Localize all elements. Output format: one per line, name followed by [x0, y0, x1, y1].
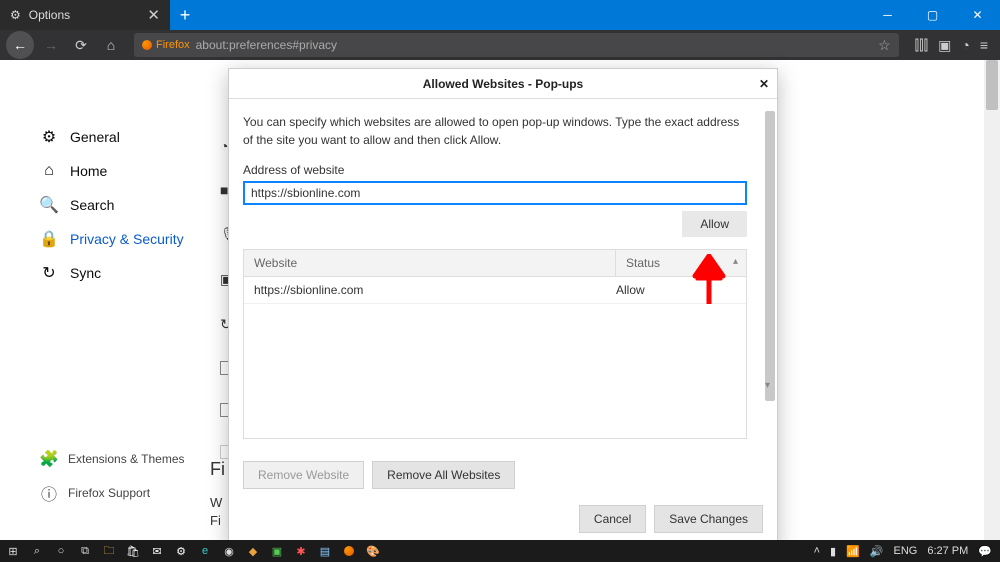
obscured-text: Fi: [210, 513, 221, 528]
sidebar-item-label: General: [70, 129, 120, 145]
address-input[interactable]: [243, 181, 747, 205]
sidebar-item-sync[interactable]: ↻ Sync: [30, 256, 210, 290]
address-label: Address of website: [243, 163, 763, 177]
row-status: Allow: [616, 283, 736, 297]
sidebar-item-label: Firefox Support: [68, 486, 150, 500]
volume-icon[interactable]: 🔊: [870, 545, 884, 558]
paint-icon[interactable]: 🎨: [364, 542, 382, 560]
sort-indicator-icon: ▴: [733, 256, 738, 267]
sync-icon: ↻: [40, 264, 58, 282]
back-button[interactable]: ←: [6, 31, 34, 59]
language-indicator[interactable]: ENG: [893, 545, 917, 557]
browser-navbar: ← → ⟳ ⌂ Firefox about:preferences#privac…: [0, 30, 1000, 60]
modal-header: Allowed Websites - Pop-ups ✕: [229, 69, 777, 99]
modal-scrollbar[interactable]: ▾: [765, 111, 775, 383]
chevron-down-icon[interactable]: ▾: [765, 380, 770, 391]
sidebar-item-extensions[interactable]: 🧩 Extensions & Themes: [30, 442, 195, 476]
modal-description: You can specify which websites are allow…: [243, 113, 763, 149]
browser-tab-options[interactable]: Options ✕: [0, 0, 170, 30]
wifi-icon[interactable]: 📶: [846, 545, 860, 558]
sidebar-item-label: Search: [70, 197, 114, 213]
profile-icon[interactable]: ◔: [961, 37, 969, 54]
lock-icon: 🔒: [40, 230, 58, 248]
app-icon[interactable]: ✱: [292, 542, 310, 560]
gear-icon: ⚙: [40, 128, 58, 146]
reload-button[interactable]: ⟳: [68, 32, 94, 58]
new-tab-button[interactable]: +: [170, 0, 200, 30]
url-text: about:preferences#privacy: [196, 38, 337, 52]
forward-button: →: [38, 32, 64, 58]
scrollbar-thumb[interactable]: [986, 60, 998, 110]
menu-icon[interactable]: ≡: [980, 37, 988, 54]
sidebar-toggle-icon[interactable]: ▣: [938, 37, 951, 54]
firefox-taskbar-icon[interactable]: [340, 542, 358, 560]
sidebar-item-label: Home: [70, 163, 107, 179]
windows-taskbar: ⊞ ⌕ ○ ⧉ 🗀 🛍 ✉ ⚙ e ◉ ◆ ▣ ✱ ▤ 🎨 ˄ ▮ 📶 🔊 EN…: [0, 540, 1000, 562]
app-icon[interactable]: ◆: [244, 542, 262, 560]
puzzle-icon: 🧩: [40, 450, 58, 468]
preferences-sidebar: ⚙ General ⌂ Home 🔍 Search 🔒 Privacy & Se…: [0, 60, 210, 540]
popups-exceptions-modal: Allowed Websites - Pop-ups ✕ You can spe…: [228, 68, 778, 548]
bookmark-star-icon[interactable]: ☆: [878, 37, 891, 54]
system-tray: ˄ ▮ 📶 🔊 ENG 6:27 PM 💬: [814, 545, 996, 558]
cortana-icon[interactable]: ○: [52, 542, 70, 560]
search-icon: 🔍: [40, 196, 58, 214]
table-row[interactable]: https://sbionline.com Allow: [244, 277, 746, 304]
window-minimize-button[interactable]: ─: [865, 0, 910, 30]
sidebar-item-home[interactable]: ⌂ Home: [30, 154, 210, 188]
close-tab-icon[interactable]: ✕: [147, 6, 160, 24]
sidebar-item-general[interactable]: ⚙ General: [30, 120, 210, 154]
gear-icon: [10, 8, 21, 22]
task-view-icon[interactable]: ⧉: [76, 542, 94, 560]
file-explorer-icon[interactable]: 🗀: [100, 542, 118, 560]
remove-website-button: Remove Website: [243, 461, 364, 489]
obscured-text: Fi: [210, 459, 225, 480]
window-titlebar: Options ✕ + ─ ▢ ✕: [0, 0, 1000, 30]
library-icon[interactable]: ⫿⫿⫿: [915, 37, 928, 54]
chrome-icon[interactable]: ◉: [220, 542, 238, 560]
exceptions-table: Website Status▴ https://sbionline.com Al…: [243, 249, 747, 439]
page-scrollbar[interactable]: [984, 60, 1000, 540]
help-icon: ⓘ: [40, 484, 58, 502]
settings-icon[interactable]: ⚙: [172, 542, 190, 560]
home-icon: ⌂: [40, 162, 58, 180]
sidebar-item-search[interactable]: 🔍 Search: [30, 188, 210, 222]
column-status[interactable]: Status▴: [616, 250, 746, 276]
edge-icon[interactable]: e: [196, 542, 214, 560]
clock[interactable]: 6:27 PM: [927, 545, 968, 557]
column-website[interactable]: Website: [244, 250, 616, 276]
obscured-text: W: [210, 495, 222, 510]
row-website: https://sbionline.com: [254, 283, 616, 297]
sidebar-item-label: Extensions & Themes: [68, 452, 185, 466]
window-close-button[interactable]: ✕: [955, 0, 1000, 30]
mail-icon[interactable]: ✉: [148, 542, 166, 560]
window-maximize-button[interactable]: ▢: [910, 0, 955, 30]
save-changes-button[interactable]: Save Changes: [654, 505, 763, 533]
search-icon[interactable]: ⌕: [28, 542, 46, 560]
notifications-icon[interactable]: 💬: [978, 545, 992, 558]
sidebar-item-privacy[interactable]: 🔒 Privacy & Security: [30, 222, 210, 256]
tab-title: Options: [29, 8, 70, 22]
sidebar-item-label: Privacy & Security: [70, 231, 184, 247]
sidebar-item-label: Sync: [70, 265, 101, 281]
app-icon[interactable]: ▣: [268, 542, 286, 560]
start-button[interactable]: ⊞: [4, 542, 22, 560]
battery-icon[interactable]: ▮: [830, 545, 836, 558]
app-icon[interactable]: ▤: [316, 542, 334, 560]
cancel-button[interactable]: Cancel: [579, 505, 646, 533]
home-button[interactable]: ⌂: [98, 32, 124, 58]
allow-button[interactable]: Allow: [682, 211, 747, 237]
modal-title: Allowed Websites - Pop-ups: [423, 77, 583, 91]
remove-all-websites-button[interactable]: Remove All Websites: [372, 461, 515, 489]
table-header: Website Status▴: [244, 250, 746, 277]
url-bar[interactable]: Firefox about:preferences#privacy ☆: [134, 33, 899, 57]
close-icon[interactable]: ✕: [759, 77, 769, 91]
firefox-icon: Firefox: [142, 39, 190, 51]
store-icon[interactable]: 🛍: [124, 542, 142, 560]
scrollbar-thumb[interactable]: [765, 111, 775, 401]
tray-chevron-icon[interactable]: ˄: [814, 545, 820, 557]
sidebar-item-support[interactable]: ⓘ Firefox Support: [30, 476, 195, 510]
